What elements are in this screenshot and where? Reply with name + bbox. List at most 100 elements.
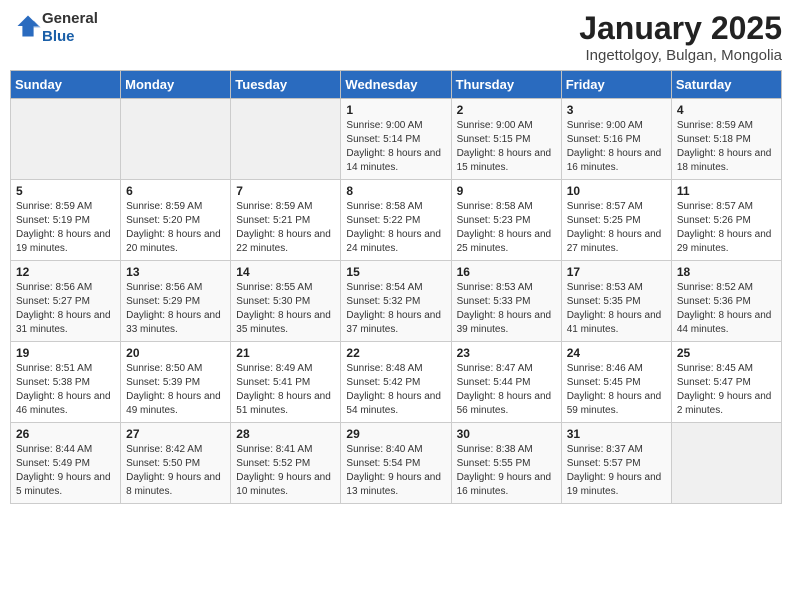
calendar-cell: 24 Sunrise: 8:46 AM Sunset: 5:45 PM Dayli… — [561, 342, 671, 423]
title-block: January 2025 Ingettolgoy, Bulgan, Mongol… — [579, 10, 782, 64]
calendar-cell: 15Sunrise: 8:54 AM Sunset: 5:32 PM Dayli… — [341, 261, 451, 342]
calendar-week-2: 5 Sunrise: 8:59 AM Sunset: 5:19 PM Daylig… — [11, 180, 782, 261]
day-number: 21 — [236, 346, 335, 360]
day-info: Sunrise: 8:59 AM Sunset: 5:20 PM Dayligh… — [126, 200, 225, 256]
day-number: 19 — [16, 346, 115, 360]
calendar-week-1: 1 Sunrise: 9:00 AM Sunset: 5:14 PM Daylig… — [11, 99, 782, 180]
calendar-cell: 20Sunrise: 8:50 AM Sunset: 5:39 PM Dayli… — [121, 342, 231, 423]
day-info: Sunrise: 8:45 AM Sunset: 5:47 PM Dayligh… — [677, 362, 776, 418]
calendar-table: SundayMondayTuesdayWednesdayThursdayFrid… — [10, 70, 782, 504]
calendar-cell — [231, 99, 341, 180]
day-number: 26 — [16, 427, 115, 441]
day-info: Sunrise: 8:56 AM Sunset: 5:29 PM Dayligh… — [126, 281, 225, 337]
day-number: 14 — [236, 265, 335, 279]
day-number: 18 — [677, 265, 776, 279]
calendar-cell: 10Sunrise: 8:57 AM Sunset: 5:25 PM Dayli… — [561, 180, 671, 261]
calendar-cell: 31 Sunrise: 8:37 AM Sunset: 5:57 PM Dayli… — [561, 423, 671, 504]
calendar-cell: 13 Sunrise: 8:56 AM Sunset: 5:29 PM Dayli… — [121, 261, 231, 342]
day-info: Sunrise: 9:00 AM Sunset: 5:14 PM Dayligh… — [346, 119, 445, 175]
day-info: Sunrise: 8:56 AM Sunset: 5:27 PM Dayligh… — [16, 281, 115, 337]
calendar-cell: 23 Sunrise: 8:47 AM Sunset: 5:44 PM Dayli… — [451, 342, 561, 423]
logo: General Blue — [10, 10, 98, 46]
calendar-cell: 3 Sunrise: 9:00 AM Sunset: 5:16 PM Daylig… — [561, 99, 671, 180]
day-info: Sunrise: 8:49 AM Sunset: 5:41 PM Dayligh… — [236, 362, 335, 418]
calendar-week-4: 19 Sunrise: 8:51 AM Sunset: 5:38 PM Dayli… — [11, 342, 782, 423]
calendar-cell — [11, 99, 121, 180]
day-info: Sunrise: 8:59 AM Sunset: 5:19 PM Dayligh… — [16, 200, 115, 256]
day-number: 31 — [567, 427, 666, 441]
day-info: Sunrise: 8:59 AM Sunset: 5:18 PM Dayligh… — [677, 119, 776, 175]
calendar-cell: 22Sunrise: 8:48 AM Sunset: 5:42 PM Dayli… — [341, 342, 451, 423]
day-info: Sunrise: 8:57 AM Sunset: 5:26 PM Dayligh… — [677, 200, 776, 256]
day-header-friday: Friday — [561, 71, 671, 99]
calendar-cell: 7 Sunrise: 8:59 AM Sunset: 5:21 PM Daylig… — [231, 180, 341, 261]
calendar-week-5: 26 Sunrise: 8:44 AM Sunset: 5:49 PM Dayli… — [11, 423, 782, 504]
day-header-tuesday: Tuesday — [231, 71, 341, 99]
day-number: 11 — [677, 184, 776, 198]
day-number: 9 — [457, 184, 556, 198]
day-number: 2 — [457, 103, 556, 117]
calendar-cell: 17Sunrise: 8:53 AM Sunset: 5:35 PM Dayli… — [561, 261, 671, 342]
day-number: 1 — [346, 103, 445, 117]
day-info: Sunrise: 8:37 AM Sunset: 5:57 PM Dayligh… — [567, 443, 666, 499]
day-header-wednesday: Wednesday — [341, 71, 451, 99]
calendar-cell: 26 Sunrise: 8:44 AM Sunset: 5:49 PM Dayli… — [11, 423, 121, 504]
day-number: 17 — [567, 265, 666, 279]
day-number: 29 — [346, 427, 445, 441]
day-header-sunday: Sunday — [11, 71, 121, 99]
calendar-cell: 5 Sunrise: 8:59 AM Sunset: 5:19 PM Daylig… — [11, 180, 121, 261]
calendar-cell: 25 Sunrise: 8:45 AM Sunset: 5:47 PM Dayli… — [671, 342, 781, 423]
day-header-monday: Monday — [121, 71, 231, 99]
day-number: 20 — [126, 346, 225, 360]
calendar-cell: 2 Sunrise: 9:00 AM Sunset: 5:15 PM Daylig… — [451, 99, 561, 180]
header: General Blue January 2025 Ingettolgoy, B… — [10, 10, 782, 64]
calendar-cell: 16Sunrise: 8:53 AM Sunset: 5:33 PM Dayli… — [451, 261, 561, 342]
day-info: Sunrise: 8:38 AM Sunset: 5:55 PM Dayligh… — [457, 443, 556, 499]
calendar-cell: 18Sunrise: 8:52 AM Sunset: 5:36 PM Dayli… — [671, 261, 781, 342]
day-header-thursday: Thursday — [451, 71, 561, 99]
day-info: Sunrise: 8:58 AM Sunset: 5:23 PM Dayligh… — [457, 200, 556, 256]
day-number: 5 — [16, 184, 115, 198]
day-info: Sunrise: 8:41 AM Sunset: 5:52 PM Dayligh… — [236, 443, 335, 499]
day-number: 25 — [677, 346, 776, 360]
day-info: Sunrise: 8:51 AM Sunset: 5:38 PM Dayligh… — [16, 362, 115, 418]
day-info: Sunrise: 8:47 AM Sunset: 5:44 PM Dayligh… — [457, 362, 556, 418]
day-info: Sunrise: 8:55 AM Sunset: 5:30 PM Dayligh… — [236, 281, 335, 337]
calendar-cell: 27 Sunrise: 8:42 AM Sunset: 5:50 PM Dayli… — [121, 423, 231, 504]
logo-general-text: General — [42, 10, 98, 27]
day-info: Sunrise: 8:46 AM Sunset: 5:45 PM Dayligh… — [567, 362, 666, 418]
day-number: 24 — [567, 346, 666, 360]
calendar-cell: 6 Sunrise: 8:59 AM Sunset: 5:20 PM Daylig… — [121, 180, 231, 261]
calendar-cell — [671, 423, 781, 504]
day-number: 30 — [457, 427, 556, 441]
day-info: Sunrise: 9:00 AM Sunset: 5:16 PM Dayligh… — [567, 119, 666, 175]
day-number: 23 — [457, 346, 556, 360]
calendar-cell: 21 Sunrise: 8:49 AM Sunset: 5:41 PM Dayli… — [231, 342, 341, 423]
calendar-cell — [121, 99, 231, 180]
day-info: Sunrise: 8:53 AM Sunset: 5:33 PM Dayligh… — [457, 281, 556, 337]
calendar-cell: 1 Sunrise: 9:00 AM Sunset: 5:14 PM Daylig… — [341, 99, 451, 180]
day-number: 27 — [126, 427, 225, 441]
day-number: 3 — [567, 103, 666, 117]
day-info: Sunrise: 8:48 AM Sunset: 5:42 PM Dayligh… — [346, 362, 445, 418]
calendar-cell: 9 Sunrise: 8:58 AM Sunset: 5:23 PM Daylig… — [451, 180, 561, 261]
day-info: Sunrise: 8:54 AM Sunset: 5:32 PM Dayligh… — [346, 281, 445, 337]
day-number: 12 — [16, 265, 115, 279]
day-header-saturday: Saturday — [671, 71, 781, 99]
day-number: 4 — [677, 103, 776, 117]
calendar-cell: 12 Sunrise: 8:56 AM Sunset: 5:27 PM Dayli… — [11, 261, 121, 342]
day-info: Sunrise: 8:57 AM Sunset: 5:25 PM Dayligh… — [567, 200, 666, 256]
day-number: 13 — [126, 265, 225, 279]
day-number: 6 — [126, 184, 225, 198]
day-number: 7 — [236, 184, 335, 198]
day-info: Sunrise: 9:00 AM Sunset: 5:15 PM Dayligh… — [457, 119, 556, 175]
day-number: 8 — [346, 184, 445, 198]
calendar-cell: 14 Sunrise: 8:55 AM Sunset: 5:30 PM Dayli… — [231, 261, 341, 342]
calendar-title: January 2025 — [579, 10, 782, 47]
day-info: Sunrise: 8:59 AM Sunset: 5:21 PM Dayligh… — [236, 200, 335, 256]
logo-icon — [14, 12, 42, 40]
day-info: Sunrise: 8:42 AM Sunset: 5:50 PM Dayligh… — [126, 443, 225, 499]
calendar-week-3: 12 Sunrise: 8:56 AM Sunset: 5:27 PM Dayli… — [11, 261, 782, 342]
day-info: Sunrise: 8:44 AM Sunset: 5:49 PM Dayligh… — [16, 443, 115, 499]
logo-blue-text: Blue — [42, 28, 75, 45]
